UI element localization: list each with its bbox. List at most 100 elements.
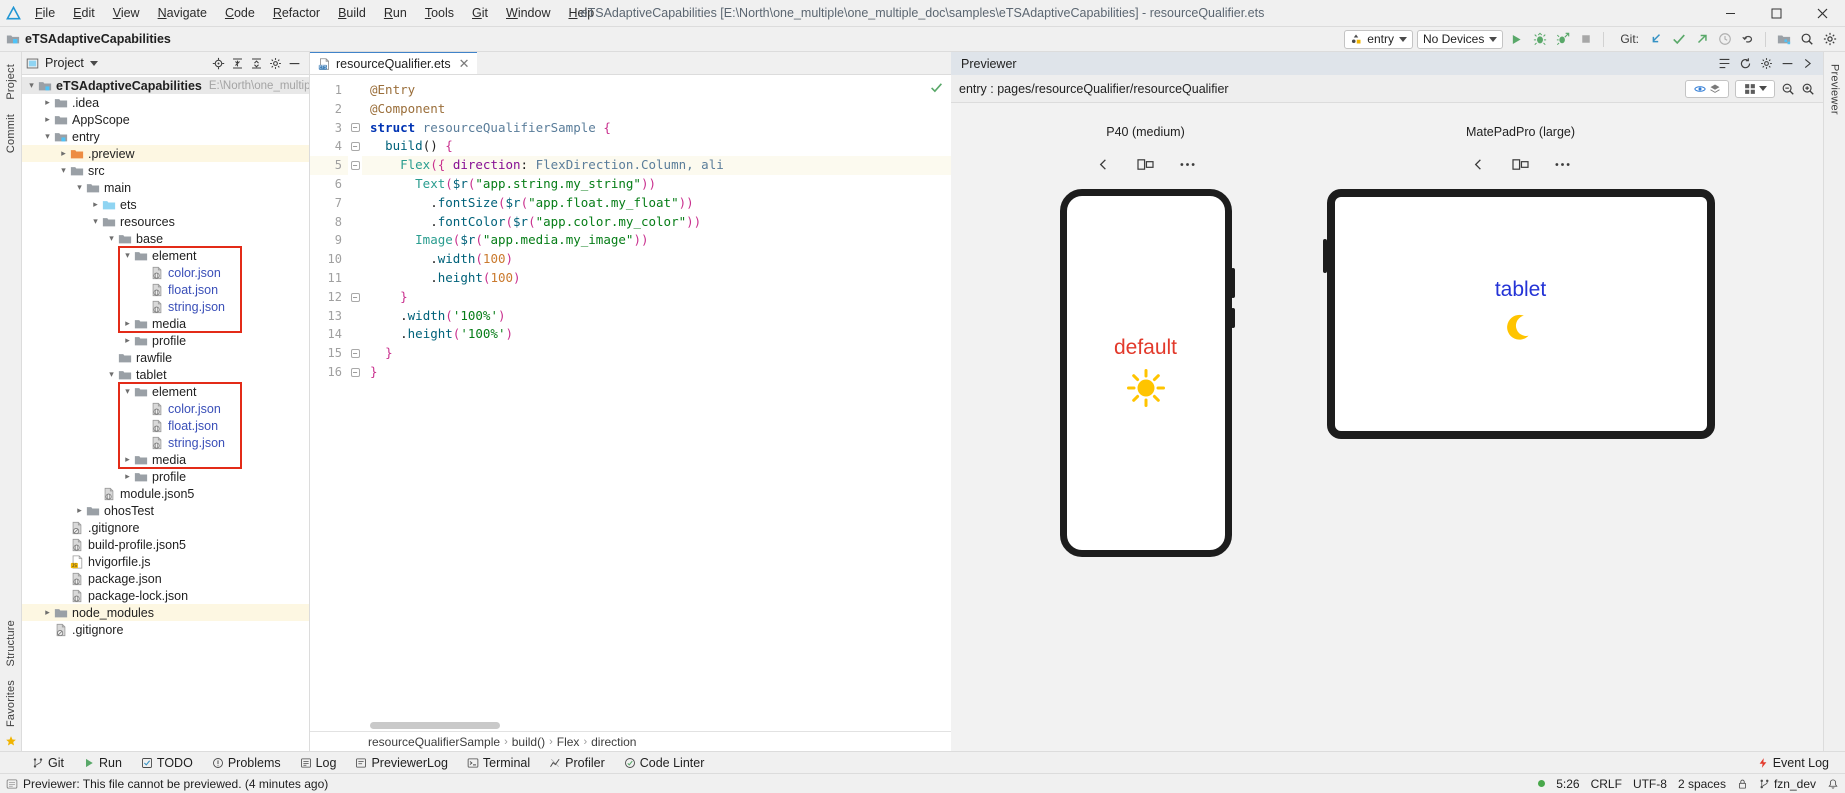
tool-window-event-log[interactable]: Event Log [1749, 755, 1837, 771]
tree-node-hvigorfile-js[interactable]: JS hvigorfile.js [22, 553, 309, 570]
menu-item-git[interactable]: Git [463, 4, 497, 22]
code-text[interactable]: @Entry @Component struct resourceQualifier… [362, 75, 951, 731]
hide-panel-icon[interactable] [1802, 57, 1815, 70]
lock-icon[interactable] [1737, 778, 1748, 790]
chevron-right-icon[interactable]: ▸ [42, 111, 53, 128]
breadcrumb-item[interactable]: Flex [557, 735, 580, 749]
status-message[interactable]: Previewer: This file cannot be previewed… [23, 777, 328, 791]
grid-layout-button[interactable] [1735, 79, 1775, 98]
tool-window-log[interactable]: Log [292, 755, 345, 771]
code-line[interactable]: } [362, 288, 951, 307]
rotate-icon[interactable] [1468, 153, 1490, 175]
tree-node-media[interactable]: ▸ media [22, 451, 309, 468]
tree-node-node-modules[interactable]: ▸ node_modules [22, 604, 309, 621]
code-line[interactable]: .fontSize($r("app.float.my_float")) [362, 194, 951, 213]
tree-node-profile[interactable]: ▸ profile [22, 468, 309, 485]
multi-window-icon[interactable] [1135, 153, 1157, 175]
chevron-down-icon[interactable]: ▾ [74, 179, 85, 196]
collapse-all-icon[interactable] [250, 57, 263, 70]
tool-window-problems[interactable]: Problems [204, 755, 289, 771]
chevron-down-icon[interactable]: ▾ [106, 230, 117, 247]
search-icon[interactable] [1797, 30, 1816, 49]
chevron-right-icon[interactable]: ▸ [42, 94, 53, 111]
chevron-down-icon[interactable]: ▾ [90, 213, 101, 230]
editor-breadcrumb[interactable]: resourceQualifierSample › build() › Flex › dir… [310, 731, 951, 751]
sidebar-item-project[interactable]: Project [5, 58, 17, 106]
push-icon[interactable] [1692, 30, 1711, 49]
breadcrumb-item[interactable]: direction [591, 735, 636, 749]
code-line[interactable]: build() { [362, 137, 951, 156]
sidebar-item-structure[interactable]: Structure [5, 614, 17, 672]
fold-toggle-icon[interactable]: − [348, 344, 362, 363]
run-configuration-select[interactable]: entry [1344, 29, 1413, 49]
chevron-right-icon[interactable]: ▸ [122, 332, 133, 349]
line-separator[interactable]: CRLF [1591, 777, 1622, 791]
code-line[interactable]: .fontColor($r("app.color.my_color")) [362, 213, 951, 232]
code-line[interactable]: .height('100%') [362, 325, 951, 344]
code-line[interactable]: Image($r("app.media.my_image")) [362, 231, 951, 250]
tree-node-color-json[interactable]: color.json [22, 264, 309, 281]
tree-node-module-json5[interactable]: module.json5 [22, 485, 309, 502]
locate-icon[interactable] [212, 57, 225, 70]
rotate-icon[interactable] [1093, 153, 1115, 175]
tree-node-ets[interactable]: ▸ ets [22, 196, 309, 213]
tree-node-element[interactable]: ▾ element [22, 247, 309, 264]
code-line[interactable]: @Component [362, 100, 951, 119]
code-line[interactable]: .height(100) [362, 269, 951, 288]
tree-node-string-json[interactable]: string.json [22, 434, 309, 451]
code-folding-column[interactable]: − − − − − − [348, 75, 362, 731]
tree-node-package-json[interactable]: package.json [22, 570, 309, 587]
chevron-down-icon[interactable]: ▾ [58, 162, 69, 179]
close-icon[interactable]: ✕ [459, 56, 470, 72]
update-project-icon[interactable] [1646, 30, 1665, 49]
tree-node-ohostest[interactable]: ▸ ohosTest [22, 502, 309, 519]
refresh-icon[interactable] [1739, 57, 1752, 70]
tree-node-resources[interactable]: ▾ resources [22, 213, 309, 230]
menu-item-help[interactable]: Help [559, 4, 603, 22]
chevron-right-icon[interactable]: ▸ [42, 604, 53, 621]
menu-item-window[interactable]: Window [497, 4, 559, 22]
sidebar-item-favorites[interactable]: Favorites [5, 674, 17, 733]
chevron-right-icon[interactable]: ▸ [122, 315, 133, 332]
tree-node-entry[interactable]: ▾ entry [22, 128, 309, 145]
menu-item-refactor[interactable]: Refactor [264, 4, 329, 22]
tree-node--idea[interactable]: ▸ .idea [22, 94, 309, 111]
project-tree[interactable]: ▾ eTSAdaptiveCapabilities E:\North\one_mul… [22, 75, 309, 751]
tree-node-float-json[interactable]: float.json [22, 417, 309, 434]
chevron-right-icon[interactable]: ▸ [90, 196, 101, 213]
multi-window-icon[interactable] [1510, 153, 1532, 175]
tree-node--preview[interactable]: ▸ .preview [22, 145, 309, 162]
bookmark-star-icon[interactable] [5, 735, 17, 751]
menu-item-file[interactable]: File [26, 4, 64, 22]
menu-item-navigate[interactable]: Navigate [149, 4, 216, 22]
chevron-down-icon[interactable] [89, 60, 98, 66]
inspection-check-icon[interactable] [930, 81, 943, 94]
layout-icon[interactable] [1718, 57, 1731, 70]
project-structure-icon[interactable] [1774, 30, 1793, 49]
caret-position[interactable]: 5:26 [1556, 777, 1579, 791]
tree-node-profile[interactable]: ▸ profile [22, 332, 309, 349]
code-line[interactable]: @Entry [362, 81, 951, 100]
settings-icon[interactable] [269, 57, 282, 70]
horizontal-scrollbar[interactable] [370, 722, 500, 729]
debug-icon[interactable] [1530, 30, 1549, 49]
indent-setting[interactable]: 2 spaces [1678, 777, 1726, 791]
profile-icon[interactable] [1553, 30, 1572, 49]
fold-toggle-icon[interactable]: − [348, 137, 362, 156]
menu-item-edit[interactable]: Edit [64, 4, 104, 22]
fold-toggle-icon[interactable]: − [348, 119, 362, 138]
menu-bar[interactable]: File Edit View Navigate Code Refactor Bu… [26, 4, 603, 22]
tree-node-build-profile-json5[interactable]: build-profile.json5 [22, 536, 309, 553]
maximize-icon[interactable] [1753, 0, 1799, 27]
tree-node-main[interactable]: ▾ main [22, 179, 309, 196]
code-line[interactable]: } [362, 344, 951, 363]
tree-node-base[interactable]: ▾ base [22, 230, 309, 247]
menu-item-code[interactable]: Code [216, 4, 264, 22]
breadcrumb[interactable]: eTSAdaptiveCapabilities [6, 32, 171, 46]
tree-node-float-json[interactable]: float.json [22, 281, 309, 298]
tree-node-appscope[interactable]: ▸ AppScope [22, 111, 309, 128]
tree-node-tablet[interactable]: ▾ tablet [22, 366, 309, 383]
rollback-icon[interactable] [1738, 30, 1757, 49]
tablet-device-frame[interactable]: tablet [1322, 189, 1715, 439]
chevron-down-icon[interactable]: ▾ [122, 247, 133, 264]
